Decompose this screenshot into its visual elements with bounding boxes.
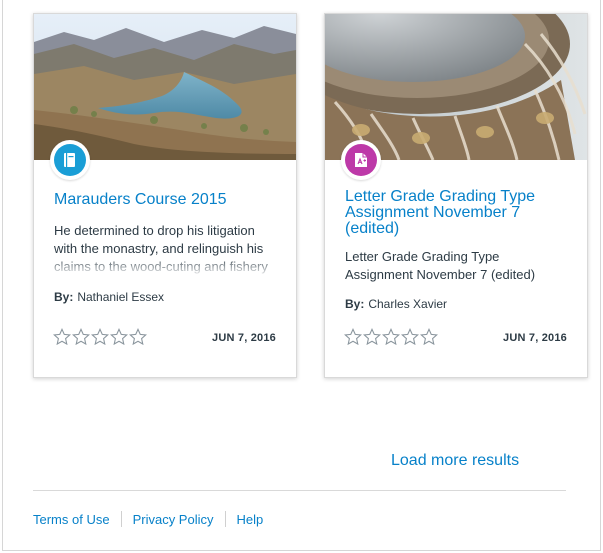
footer-link-privacy[interactable]: Privacy Policy	[133, 512, 214, 527]
star-empty-icon[interactable]	[53, 328, 71, 346]
footer-link-help[interactable]: Help	[237, 512, 264, 527]
load-more-button[interactable]: Load more results	[391, 452, 519, 470]
star-empty-icon[interactable]	[72, 328, 90, 346]
result-card[interactable]: Marauders Course 2015 He determined to d…	[33, 13, 297, 378]
author-label: By:	[54, 290, 74, 304]
author-name: Nathaniel Essex	[77, 290, 165, 304]
card-description: He determined to drop his litigation wit…	[54, 222, 276, 276]
star-empty-icon[interactable]	[91, 328, 109, 346]
card-date: JUN 7, 2016	[212, 332, 276, 344]
course-badge-circle	[54, 144, 86, 176]
card-title-link[interactable]: Marauders Course 2015	[54, 192, 280, 208]
footer-separator	[224, 511, 226, 527]
footer-separator	[120, 511, 122, 527]
star-empty-icon[interactable]	[363, 328, 381, 346]
card-title-link[interactable]: Letter Grade Grading Type Assignment Nov…	[345, 189, 571, 237]
description-text: Letter Grade Grading Type Assignment Nov…	[345, 249, 536, 282]
footer: Terms of Use Privacy Policy Help	[33, 511, 263, 527]
card-author: By: Charles Xavier	[345, 297, 447, 311]
drum-image	[325, 14, 587, 160]
course-book-icon	[64, 153, 75, 167]
card-description: Letter Grade Grading Type Assignment Nov…	[345, 248, 567, 284]
result-card[interactable]: Letter Grade Grading Type Assignment Nov…	[324, 13, 588, 378]
star-rating[interactable]	[53, 328, 147, 346]
card-thumbnail[interactable]	[325, 14, 587, 160]
type-badge	[341, 140, 381, 180]
description-fade	[54, 258, 276, 276]
assignment-icon	[355, 153, 367, 167]
card-date: JUN 7, 2016	[503, 332, 567, 344]
star-empty-icon[interactable]	[382, 328, 400, 346]
author-label: By:	[345, 297, 365, 311]
footer-divider	[33, 490, 566, 491]
card-thumbnail[interactable]	[34, 14, 296, 160]
star-empty-icon[interactable]	[129, 328, 147, 346]
star-rating[interactable]	[344, 328, 438, 346]
author-name: Charles Xavier	[368, 297, 448, 311]
star-empty-icon[interactable]	[401, 328, 419, 346]
footer-link-terms[interactable]: Terms of Use	[33, 512, 110, 527]
star-empty-icon[interactable]	[420, 328, 438, 346]
landscape-image	[34, 14, 296, 160]
star-empty-icon[interactable]	[344, 328, 362, 346]
star-empty-icon[interactable]	[110, 328, 128, 346]
type-badge	[50, 140, 90, 180]
assignment-badge-circle	[345, 144, 377, 176]
card-author: By: Nathaniel Essex	[54, 290, 164, 304]
